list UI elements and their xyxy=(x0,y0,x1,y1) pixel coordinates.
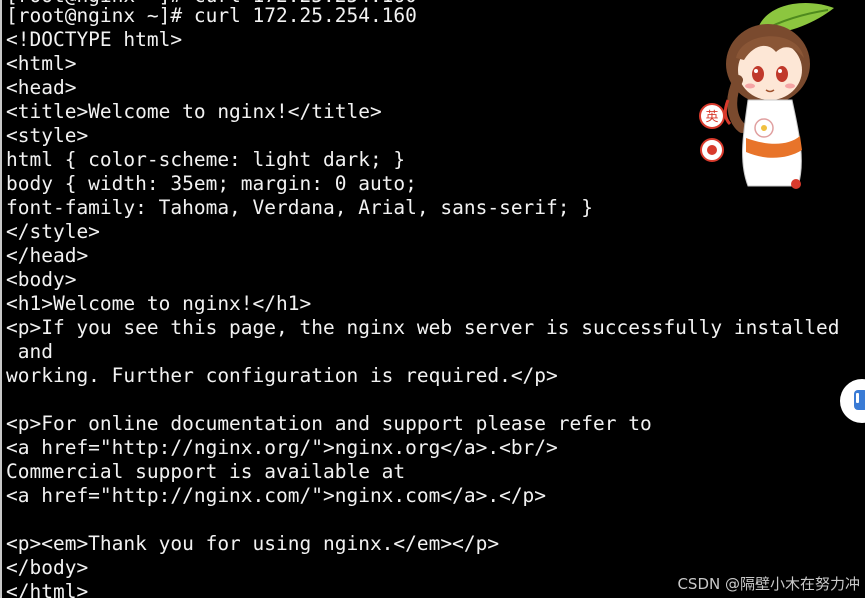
output-line: and xyxy=(6,340,53,363)
terminal-window[interactable]: [root@nginx ~]# curl 172.25.254.160 [roo… xyxy=(0,0,865,598)
output-line: <a href="http://nginx.com/">nginx.com</a… xyxy=(6,484,547,507)
prompt-line: [root@nginx ~]# curl 172.25.254.160 xyxy=(6,4,417,27)
output-line: Commercial support is available at xyxy=(6,460,406,483)
output-line: <p><em>Thank you for using nginx.</em></… xyxy=(6,532,500,555)
output-line: </head> xyxy=(6,244,89,267)
window-left-border xyxy=(0,0,2,598)
output-line: <a href="http://nginx.org/">nginx.org</a… xyxy=(6,436,558,459)
output-line: <body> xyxy=(6,268,77,291)
output-line: </body> xyxy=(6,556,89,579)
output-line: </html> xyxy=(6,580,89,598)
output-line: <!DOCTYPE html> xyxy=(6,28,183,51)
output-line: <head> xyxy=(6,76,77,99)
output-line: html { color-scheme: light dark; } xyxy=(6,148,406,171)
floating-assistant-icon[interactable] xyxy=(840,378,865,424)
anime-girl-mascot-icon[interactable]: 英 xyxy=(698,0,840,196)
output-line: <p>For online documentation and support … xyxy=(6,412,652,435)
output-line: working. Further configuration is requir… xyxy=(6,364,558,387)
output-line: font-family: Tahoma, Verdana, Arial, san… xyxy=(6,196,593,219)
csdn-watermark: CSDN @隔壁小木在努力冲 xyxy=(677,575,860,593)
language-badge[interactable]: 英 xyxy=(705,110,718,125)
output-line: body { width: 35em; margin: 0 auto; xyxy=(6,172,417,195)
output-line: <title>Welcome to nginx!</title> xyxy=(6,100,382,123)
output-line: <html> xyxy=(6,52,77,75)
output-line: </style> xyxy=(6,220,100,243)
output-line: <style> xyxy=(6,124,89,147)
output-line: <p>If you see this page, the nginx web s… xyxy=(6,316,840,339)
output-line: <h1>Welcome to nginx!</h1> xyxy=(6,292,312,315)
